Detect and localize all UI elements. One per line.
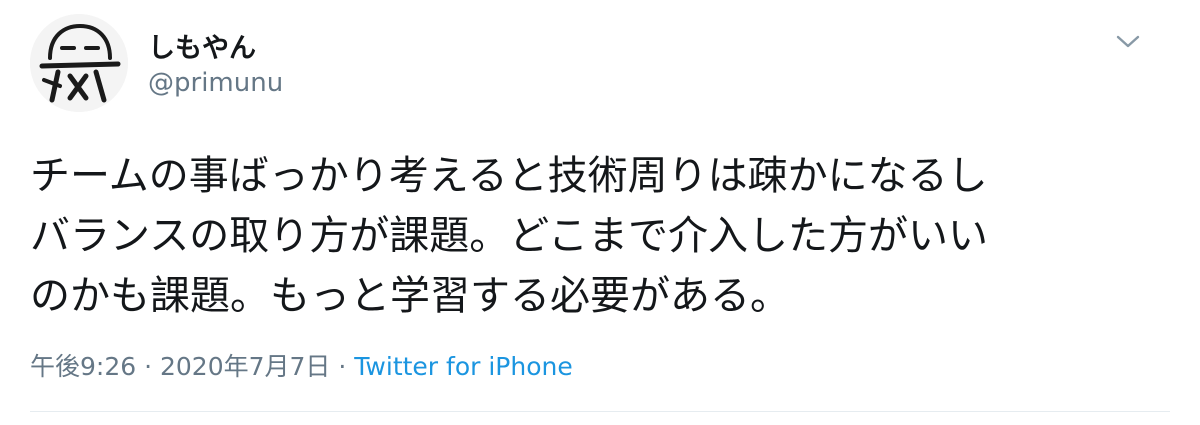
chevron-down-icon bbox=[1116, 35, 1140, 48]
tweet-date[interactable]: 2020年7月7日 bbox=[160, 352, 330, 381]
tweet-card: しもやん @primunu チームの事ばっかり考えると技術周りは疎かになるし バ… bbox=[0, 0, 1200, 425]
more-options-button[interactable] bbox=[1106, 24, 1150, 60]
tweet-metadata: 午後9:26 · 2020年7月7日 · Twitter for iPhone bbox=[30, 347, 573, 383]
meta-separator: · bbox=[144, 352, 160, 381]
author-handle[interactable]: @primunu bbox=[148, 68, 283, 98]
meta-separator: · bbox=[338, 352, 355, 381]
tweet-text-line: チームの事ばっかり考えると技術周りは疎かになるし bbox=[30, 153, 988, 199]
tweet-source-link[interactable]: Twitter for iPhone bbox=[354, 352, 572, 381]
hand-drawn-face-avatar-icon bbox=[30, 14, 128, 112]
tweet-text: チームの事ばっかり考えると技術周りは疎かになるし バランスの取り方が課題。どこま… bbox=[30, 146, 1180, 326]
avatar[interactable] bbox=[30, 14, 128, 112]
tweet-text-line: のかも課題。もっと学習する必要がある。 bbox=[30, 273, 790, 319]
author-display-name[interactable]: しもやん bbox=[148, 26, 256, 65]
tweet-text-line: バランスの取り方が課題。どこまで介入した方がいい bbox=[30, 213, 988, 259]
tweet-time[interactable]: 午後9:26 bbox=[30, 352, 136, 381]
divider bbox=[30, 411, 1170, 412]
